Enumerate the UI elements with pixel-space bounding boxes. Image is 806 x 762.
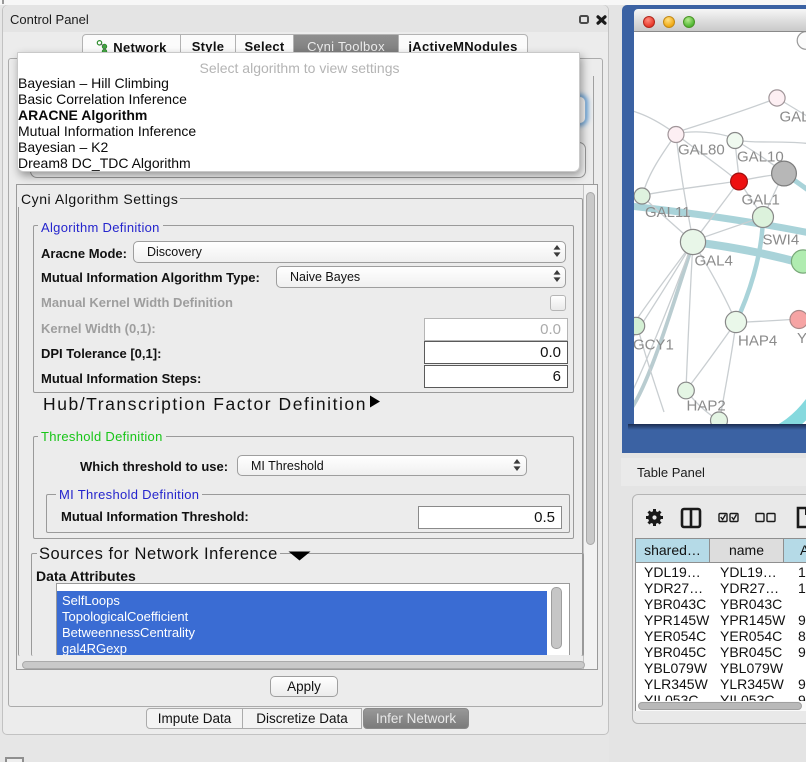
svg-text:GAL11: GAL11 bbox=[645, 204, 691, 221]
svg-text:Y: Y bbox=[797, 330, 806, 347]
svg-text:GAL: GAL bbox=[780, 109, 806, 126]
svg-text:HAP4: HAP4 bbox=[738, 333, 777, 350]
svg-text:GCY1: GCY1 bbox=[634, 337, 674, 354]
svg-text:GAL1: GAL1 bbox=[742, 192, 780, 209]
svg-text:SWI4: SWI4 bbox=[763, 232, 800, 249]
svg-text:HAP2: HAP2 bbox=[687, 398, 726, 415]
svg-text:GAL4: GAL4 bbox=[695, 253, 733, 270]
svg-text:GAL10: GAL10 bbox=[737, 149, 784, 166]
svg-text:GAL80: GAL80 bbox=[678, 142, 725, 159]
